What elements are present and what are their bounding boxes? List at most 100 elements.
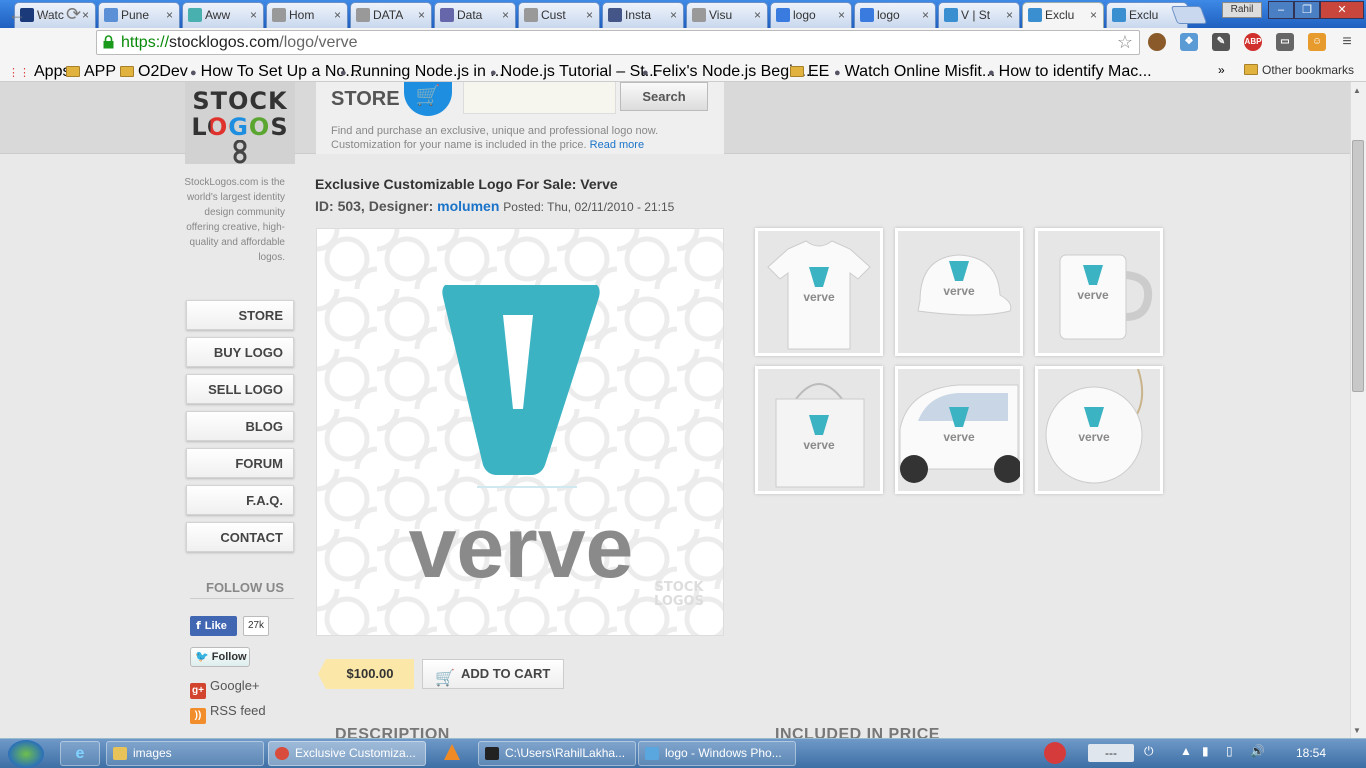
address-bar[interactable]: https://stocklogos.com/logo/verve ☆ bbox=[96, 30, 1140, 55]
new-tab-button[interactable] bbox=[1170, 6, 1208, 24]
eyedropper-extension-icon[interactable]: ✎ bbox=[1212, 33, 1230, 51]
power-icon[interactable]: ⏻ bbox=[1144, 744, 1154, 759]
taskbar-item-label: C:\Users\RahilLakha... bbox=[505, 746, 626, 760]
tab-close-icon[interactable]: × bbox=[418, 8, 425, 22]
tray-expand-icon[interactable]: ▲ bbox=[1180, 744, 1192, 758]
scroll-up-icon[interactable]: ▲ bbox=[1353, 86, 1361, 95]
bookmark-item[interactable]: ● Watch Online Misfit... bbox=[834, 63, 995, 81]
folder-icon bbox=[790, 66, 804, 77]
tab-close-icon[interactable]: × bbox=[250, 8, 257, 22]
clock[interactable]: 18:54 bbox=[1296, 746, 1326, 760]
tab-close-icon[interactable]: × bbox=[166, 8, 173, 22]
scroll-down-icon[interactable]: ▼ bbox=[1353, 726, 1361, 735]
bookmark-item[interactable]: ● Felix's Node.js Begin... bbox=[642, 63, 815, 81]
designer-link[interactable]: molumen bbox=[437, 198, 499, 214]
tab[interactable]: logo × bbox=[770, 2, 852, 28]
back-icon[interactable]: ← bbox=[8, 4, 26, 25]
bookmark-star-icon[interactable]: ☆ bbox=[1117, 32, 1133, 53]
cast-icon[interactable]: ▭ bbox=[1276, 33, 1294, 51]
main-logo-image[interactable]: verve STOCK LOGOS bbox=[316, 228, 724, 636]
tab[interactable]: Hom × bbox=[266, 2, 348, 28]
mockup-thumbnail-shopping-bag[interactable]: verve bbox=[755, 366, 883, 494]
reload-icon[interactable]: ⟳ bbox=[66, 4, 81, 25]
extension-icon[interactable]: ❖ bbox=[1180, 33, 1198, 51]
tab-close-icon[interactable]: × bbox=[586, 8, 593, 22]
extension-icon[interactable] bbox=[1148, 33, 1166, 51]
tab[interactable]: Visu × bbox=[686, 2, 768, 28]
tray-app-icon[interactable] bbox=[1044, 742, 1066, 764]
tab-close-icon[interactable]: × bbox=[334, 8, 341, 22]
tab-close-icon[interactable]: × bbox=[1090, 8, 1097, 22]
twitter-follow-button[interactable]: 🐦 Follow bbox=[190, 647, 250, 667]
scrollbar-thumb[interactable] bbox=[1352, 140, 1364, 392]
mockup-thumbnail-cap[interactable]: verve bbox=[895, 228, 1023, 356]
bookmark-item[interactable]: ● Node.js Tutorial – St... bbox=[490, 63, 658, 81]
taskbar-item[interactable]: Exclusive Customiza... bbox=[268, 741, 426, 766]
taskbar-item[interactable]: logo - Windows Pho... bbox=[638, 741, 796, 766]
tab[interactable]: Insta × bbox=[602, 2, 684, 28]
google-plus-link[interactable]: g+ Google+ bbox=[190, 678, 260, 699]
tab-close-icon[interactable]: × bbox=[754, 8, 761, 22]
read-more-link[interactable]: Read more bbox=[590, 139, 644, 151]
tab-close-icon[interactable]: × bbox=[82, 8, 89, 22]
bookmark-item[interactable]: ● How to identify Mac... bbox=[988, 63, 1152, 81]
taskbar-item[interactable]: images bbox=[106, 741, 264, 766]
tab-close-icon[interactable]: × bbox=[502, 8, 509, 22]
bookmark-item[interactable]: ● How To Set Up a No... bbox=[190, 63, 359, 81]
mockup-thumbnail-car[interactable]: verve bbox=[895, 366, 1023, 494]
tab[interactable]: V | St × bbox=[938, 2, 1020, 28]
menu-icon[interactable]: ≡ bbox=[1338, 33, 1356, 51]
vlc-icon[interactable] bbox=[444, 744, 460, 760]
start-button[interactable] bbox=[8, 740, 44, 768]
rss-feed-link[interactable]: )) RSS feed bbox=[190, 703, 266, 724]
forward-icon[interactable]: → bbox=[36, 4, 54, 25]
add-to-cart-button[interactable]: 🛒 ADD TO CART bbox=[422, 659, 564, 689]
network-icon[interactable]: ▮ bbox=[1202, 744, 1209, 758]
tab[interactable]: Aww × bbox=[182, 2, 264, 28]
tab[interactable]: Data × bbox=[434, 2, 516, 28]
ie-icon[interactable]: e bbox=[60, 741, 100, 766]
maximize-button[interactable]: ❐ bbox=[1294, 1, 1320, 19]
tab[interactable]: DATA × bbox=[350, 2, 432, 28]
minimize-button[interactable]: – bbox=[1268, 1, 1294, 19]
search-button[interactable]: Search bbox=[620, 82, 708, 111]
nav-blog[interactable]: BLOG bbox=[186, 411, 294, 441]
tab[interactable]: Pune × bbox=[98, 2, 180, 28]
search-input[interactable] bbox=[463, 82, 616, 114]
bookmarks-overflow[interactable]: » bbox=[1218, 63, 1225, 77]
bookmark-item[interactable]: ⋮⋮ Apps bbox=[8, 63, 70, 81]
adblock-icon[interactable]: ABP bbox=[1244, 33, 1262, 51]
tab-close-icon[interactable]: × bbox=[670, 8, 677, 22]
nav-sell-logo[interactable]: SELL LOGO bbox=[186, 374, 294, 404]
mockup-thumbnail-mug[interactable]: verve bbox=[1035, 228, 1163, 356]
nav-store[interactable]: STORE bbox=[186, 300, 294, 330]
taskbar-item[interactable]: C:\Users\RahilLakha... bbox=[478, 741, 636, 766]
tab-close-icon[interactable]: × bbox=[922, 8, 929, 22]
tab[interactable]: Cust × bbox=[518, 2, 600, 28]
site-logo[interactable]: STOCK LOGOS bbox=[185, 88, 295, 164]
facebook-like-button[interactable]: f Like bbox=[190, 616, 237, 636]
volume-icon[interactable]: 🔊 bbox=[1250, 744, 1265, 758]
language-bar[interactable]: --- bbox=[1088, 744, 1134, 762]
other-bookmarks[interactable]: Other bookmarks bbox=[1244, 63, 1354, 77]
profile-button[interactable]: Rahil bbox=[1222, 2, 1262, 18]
tab-close-icon[interactable]: × bbox=[1006, 8, 1013, 22]
close-window-button[interactable]: ✕ bbox=[1320, 1, 1364, 19]
tab[interactable]: Exclu × bbox=[1022, 2, 1104, 29]
tab-close-icon[interactable]: × bbox=[838, 8, 845, 22]
device-icon[interactable]: ▯ bbox=[1226, 744, 1233, 758]
bookmark-item[interactable]: APP bbox=[66, 63, 116, 81]
mockup-thumbnail-yo-yo[interactable]: verve bbox=[1035, 366, 1163, 494]
tab[interactable]: logo × bbox=[854, 2, 936, 28]
bookmark-item[interactable]: ● Running Node.js in ... bbox=[340, 63, 504, 81]
tab[interactable]: Watc × bbox=[14, 2, 96, 28]
extension-icon[interactable]: ☺ bbox=[1308, 33, 1326, 51]
nav-contact[interactable]: CONTACT bbox=[186, 522, 294, 552]
nav-forum[interactable]: FORUM bbox=[186, 448, 294, 478]
other-bookmarks-label: Other bookmarks bbox=[1262, 63, 1355, 77]
bookmark-item[interactable]: O2Dev bbox=[120, 63, 188, 81]
bookmark-item[interactable]: EE bbox=[790, 63, 829, 81]
nav-buy-logo[interactable]: BUY LOGO bbox=[186, 337, 294, 367]
mockup-thumbnail-t-shirt[interactable]: verve bbox=[755, 228, 883, 356]
nav-f-a-q[interactable]: F.A.Q. bbox=[186, 485, 294, 515]
